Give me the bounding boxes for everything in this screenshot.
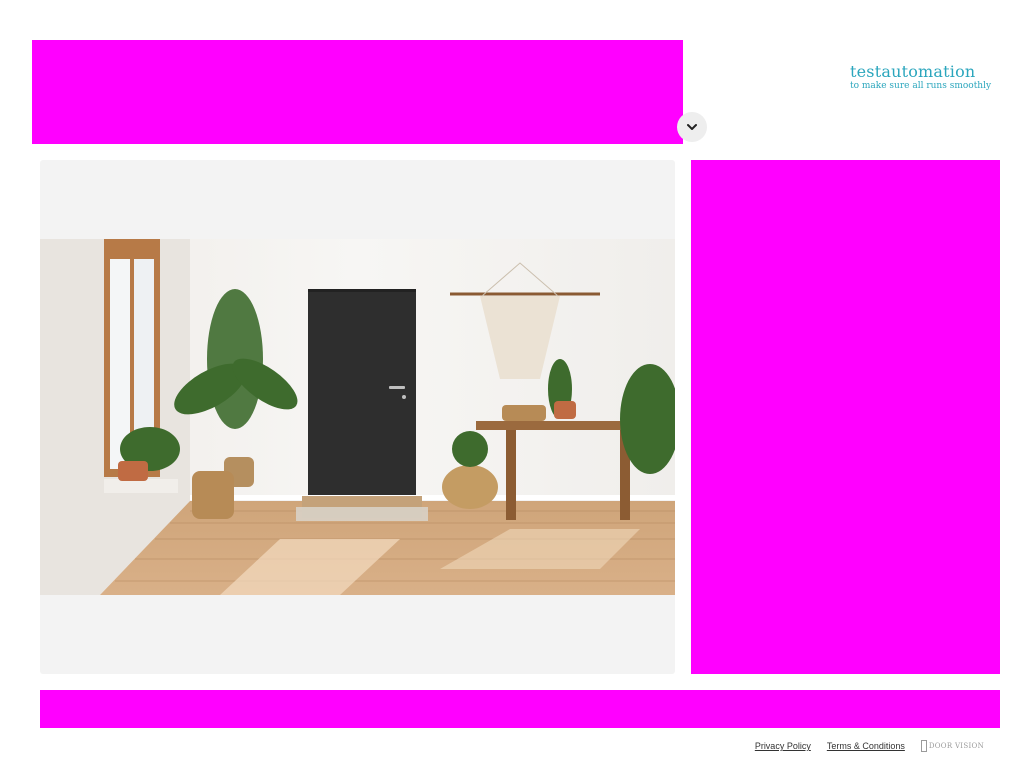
masked-region-sidebar [691,160,1000,674]
chevron-down-icon [687,124,697,130]
door-icon [920,740,927,752]
brand-tagline: to make sure all runs smoothly [850,81,992,91]
door-vision-logo[interactable]: DOOR VISION [920,740,984,752]
terms-conditions-link[interactable]: Terms & Conditions [827,741,905,751]
configurator-viewer[interactable] [40,160,675,674]
dropdown-toggle-button[interactable] [677,112,707,142]
masked-region-footer-bar [40,690,1000,728]
door-vision-logo-text: DOOR VISION [928,742,984,750]
room-scene-image [40,239,675,595]
brand-name: testautomation [850,62,976,81]
footer-links: Privacy Policy Terms & Conditions DOOR V… [755,740,984,752]
brand-logo[interactable]: testautomation to make sure all runs smo… [850,62,1000,92]
masked-region-header [32,40,683,144]
privacy-policy-link[interactable]: Privacy Policy [755,741,811,751]
